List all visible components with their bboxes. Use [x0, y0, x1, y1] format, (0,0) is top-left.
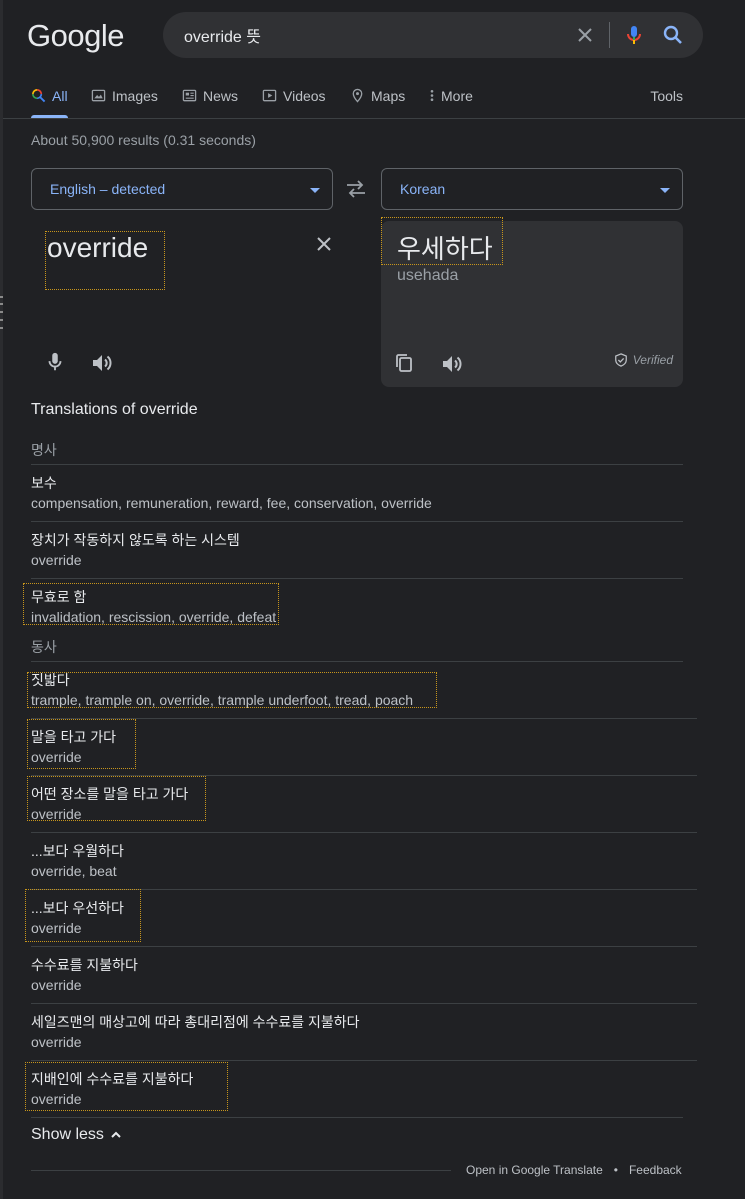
translations-title: Translations of override	[31, 401, 198, 418]
source-language-select[interactable]: English – detected	[31, 168, 333, 210]
tab-label: All	[52, 88, 68, 104]
target-language-label: Korean	[400, 181, 446, 197]
part-of-speech-verb: 동사	[31, 639, 57, 655]
chevron-up-icon	[111, 1131, 121, 1138]
list-item: ...보다 우월하다 override, beat	[31, 842, 124, 880]
highlight-box	[23, 583, 279, 625]
speaker-icon[interactable]	[90, 351, 114, 375]
divider	[31, 1117, 683, 1118]
tab-more[interactable]: More	[429, 80, 473, 118]
feedback-link[interactable]: Feedback	[629, 1163, 682, 1177]
tab-all[interactable]: All	[31, 80, 68, 118]
divider	[31, 521, 683, 522]
result-stats: About 50,900 results (0.31 seconds)	[31, 132, 256, 148]
show-less-label: Show less	[31, 1126, 104, 1143]
footer-divider	[31, 1170, 451, 1171]
part-of-speech-noun: 명사	[31, 442, 57, 458]
swap-languages-icon[interactable]	[345, 178, 367, 200]
tab-maps[interactable]: Maps	[350, 80, 405, 118]
copy-icon[interactable]	[393, 352, 415, 374]
map-pin-icon	[352, 88, 363, 103]
close-icon[interactable]	[573, 23, 597, 47]
close-icon[interactable]	[312, 232, 336, 256]
search-color-icon	[32, 89, 46, 103]
highlight-box	[27, 672, 437, 708]
entry-translations: override, beat	[31, 863, 117, 879]
tools-button[interactable]: Tools	[650, 88, 683, 104]
shield-check-icon	[614, 353, 627, 367]
divider	[31, 1003, 697, 1004]
search-input[interactable]	[184, 12, 564, 58]
tab-news[interactable]: News	[182, 80, 238, 118]
kebab-icon	[430, 89, 434, 102]
highlight-box	[25, 889, 141, 942]
tabs-divider	[3, 118, 745, 119]
divider	[31, 946, 697, 947]
highlight-box	[381, 217, 503, 265]
search-tabs: All Images News Videos Maps More Tools	[31, 80, 683, 118]
open-google-translate-link[interactable]: Open in Google Translate	[466, 1163, 603, 1177]
news-icon	[182, 89, 197, 102]
divider	[31, 832, 697, 833]
entry-word: ...보다 우월하다	[31, 843, 124, 859]
play-icon	[262, 89, 277, 102]
entry-translations: compensation, remuneration, reward, fee,…	[31, 495, 432, 511]
tab-label: Images	[112, 88, 158, 104]
image-icon	[91, 89, 106, 102]
list-item: 장치가 작동하지 않도록 하는 시스템 override	[31, 531, 240, 569]
divider	[31, 578, 683, 579]
entry-translations: override	[31, 1034, 82, 1050]
microphone-icon[interactable]	[44, 351, 66, 373]
highlight-box	[25, 1062, 228, 1111]
entry-word: 보수	[31, 475, 57, 491]
chevron-down-icon	[310, 188, 320, 193]
google-logo[interactable]: Google	[27, 16, 124, 56]
highlight-box	[27, 719, 136, 769]
verified-label: Verified	[632, 353, 673, 367]
tab-label: Videos	[283, 88, 326, 104]
divider	[31, 1060, 697, 1061]
search-divider	[609, 22, 610, 48]
show-less-button[interactable]: Show less	[31, 1126, 122, 1144]
tab-label: Maps	[371, 88, 406, 104]
list-item: 보수 compensation, remuneration, reward, f…	[31, 474, 432, 512]
verified-badge: Verified	[614, 353, 673, 367]
entry-word: 세일즈맨의 매상고에 따라 총대리점에 수수료를 지불하다	[31, 1014, 360, 1030]
source-language-label: English – detected	[50, 181, 166, 197]
search-icon[interactable]	[661, 23, 685, 47]
highlight-box	[27, 776, 206, 821]
speaker-icon[interactable]	[440, 352, 464, 376]
romanization-text: usehada	[397, 267, 459, 284]
divider	[31, 464, 683, 465]
target-language-select[interactable]: Korean	[381, 168, 683, 210]
entry-translations: override	[31, 552, 82, 568]
divider	[31, 661, 683, 662]
footer-separator: •	[613, 1163, 618, 1177]
search-box	[163, 12, 703, 58]
tab-images[interactable]: Images	[91, 80, 158, 118]
footer-links: Open in Google Translate • Feedback	[466, 1163, 682, 1177]
list-item: 세일즈맨의 매상고에 따라 총대리점에 수수료를 지불하다 override	[31, 1013, 360, 1051]
list-item: 수수료를 지불하다 override	[31, 956, 138, 994]
chevron-down-icon	[660, 188, 670, 193]
entry-word: 수수료를 지불하다	[31, 957, 138, 973]
tab-label: More	[441, 88, 473, 104]
highlight-box	[45, 231, 165, 290]
microphone-icon[interactable]	[622, 23, 646, 47]
entry-translations: override	[31, 977, 82, 993]
tab-videos[interactable]: Videos	[262, 80, 326, 118]
left-edge-strip	[0, 0, 3, 1199]
entry-word: 장치가 작동하지 않도록 하는 시스템	[31, 532, 240, 548]
tab-label: News	[203, 88, 239, 104]
